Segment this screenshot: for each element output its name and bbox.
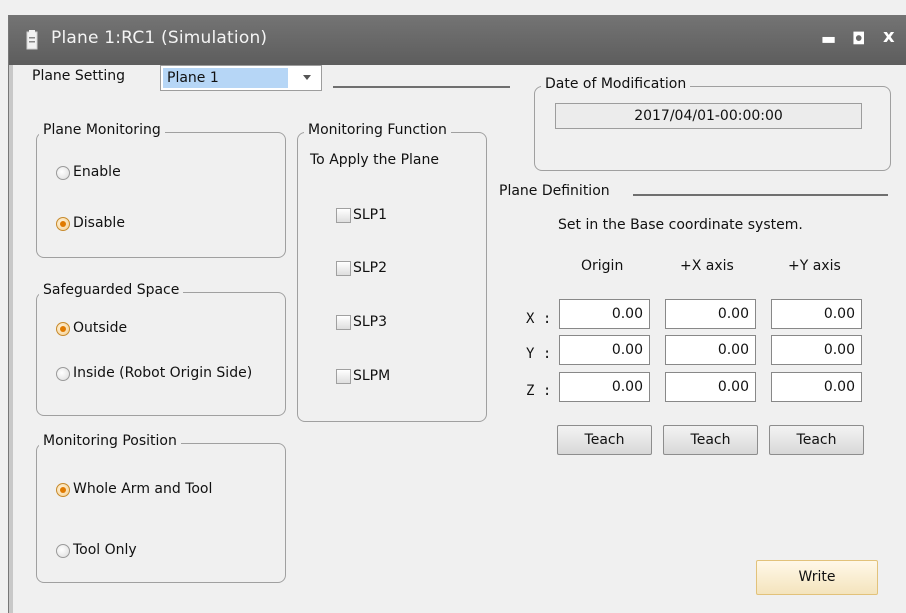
plane-setting-select[interactable]: Plane 1 [160,65,322,91]
plane-setting-value: Plane 1 [163,68,288,88]
teach-x-axis-button[interactable]: Teach [663,425,758,455]
origin-z-field[interactable]: 0.00 [559,372,650,402]
safeguarded-space-group: Safeguarded Space [36,282,286,416]
slp1-label: SLP1 [353,207,388,223]
teach-y-axis-button[interactable]: Teach [769,425,864,455]
separator-line [333,86,510,88]
enable-radio[interactable] [56,166,70,180]
tool-only-label: Tool Only [73,542,137,558]
window-title: Plane 1:RC1 (Simulation) [51,28,268,48]
outside-radio[interactable] [56,322,70,336]
maximize-button[interactable]: ◘ [852,29,865,48]
monitoring-function-group: Monitoring Function [297,122,487,422]
date-of-modification-title: Date of Modification [541,76,691,92]
plane-definition-note: Set in the Base coordinate system. [558,217,803,233]
slp1-checkbox[interactable] [336,208,351,223]
whole-arm-label: Whole Arm and Tool [73,481,213,497]
slp3-checkbox[interactable] [336,315,351,330]
slpm-checkbox[interactable] [336,369,351,384]
column-header-y-axis: +Y axis [788,258,841,274]
y-axis-z-field[interactable]: 0.00 [771,372,862,402]
plane-setting-label: Plane Setting [32,68,125,84]
monitoring-function-subtitle: To Apply the Plane [310,152,439,168]
safeguarded-space-title: Safeguarded Space [39,282,184,298]
x-axis-x-field[interactable]: 0.00 [665,299,756,329]
close-button[interactable]: x [883,26,895,47]
minimize-button[interactable]: ▬ [821,29,836,48]
disable-radio[interactable] [56,217,70,231]
origin-x-field[interactable]: 0.00 [559,299,650,329]
plane-monitoring-title: Plane Monitoring [39,122,165,138]
monitoring-position-title: Monitoring Position [39,433,181,449]
row-label-y: Y : [526,346,552,362]
modification-date: 2017/04/01-00:00:00 [555,103,862,129]
chevron-down-icon[interactable] [303,75,311,80]
x-axis-y-field[interactable]: 0.00 [665,335,756,365]
slp3-label: SLP3 [353,314,388,330]
outside-label: Outside [73,320,128,336]
disable-label: Disable [73,215,125,231]
x-axis-z-field[interactable]: 0.00 [665,372,756,402]
teach-origin-button[interactable]: Teach [557,425,652,455]
inside-radio[interactable] [56,367,70,381]
document-icon [26,30,38,50]
column-header-origin: Origin [581,258,624,274]
write-button[interactable]: Write [756,560,878,595]
y-axis-x-field[interactable]: 0.00 [771,299,862,329]
plane-monitoring-group: Plane Monitoring [36,122,286,258]
row-label-x: X : [526,311,552,327]
row-label-z: Z : [526,383,552,399]
tool-only-radio[interactable] [56,544,70,558]
monitoring-function-title: Monitoring Function [304,122,451,138]
enable-label: Enable [73,164,121,180]
window-left-edge [9,65,13,613]
inside-label: Inside (Robot Origin Side) [73,365,253,381]
whole-arm-radio[interactable] [56,483,70,497]
plane-definition-separator [633,194,888,196]
column-header-x-axis: +X axis [680,258,734,274]
slp2-label: SLP2 [353,260,388,276]
title-bar[interactable]: Plane 1:RC1 (Simulation) ▬ ◘ x [9,15,906,65]
monitoring-position-group: Monitoring Position [36,433,286,583]
slpm-label: SLPM [353,368,391,384]
slp2-checkbox[interactable] [336,261,351,276]
plane-definition-title: Plane Definition [499,183,610,199]
origin-y-field[interactable]: 0.00 [559,335,650,365]
y-axis-y-field[interactable]: 0.00 [771,335,862,365]
